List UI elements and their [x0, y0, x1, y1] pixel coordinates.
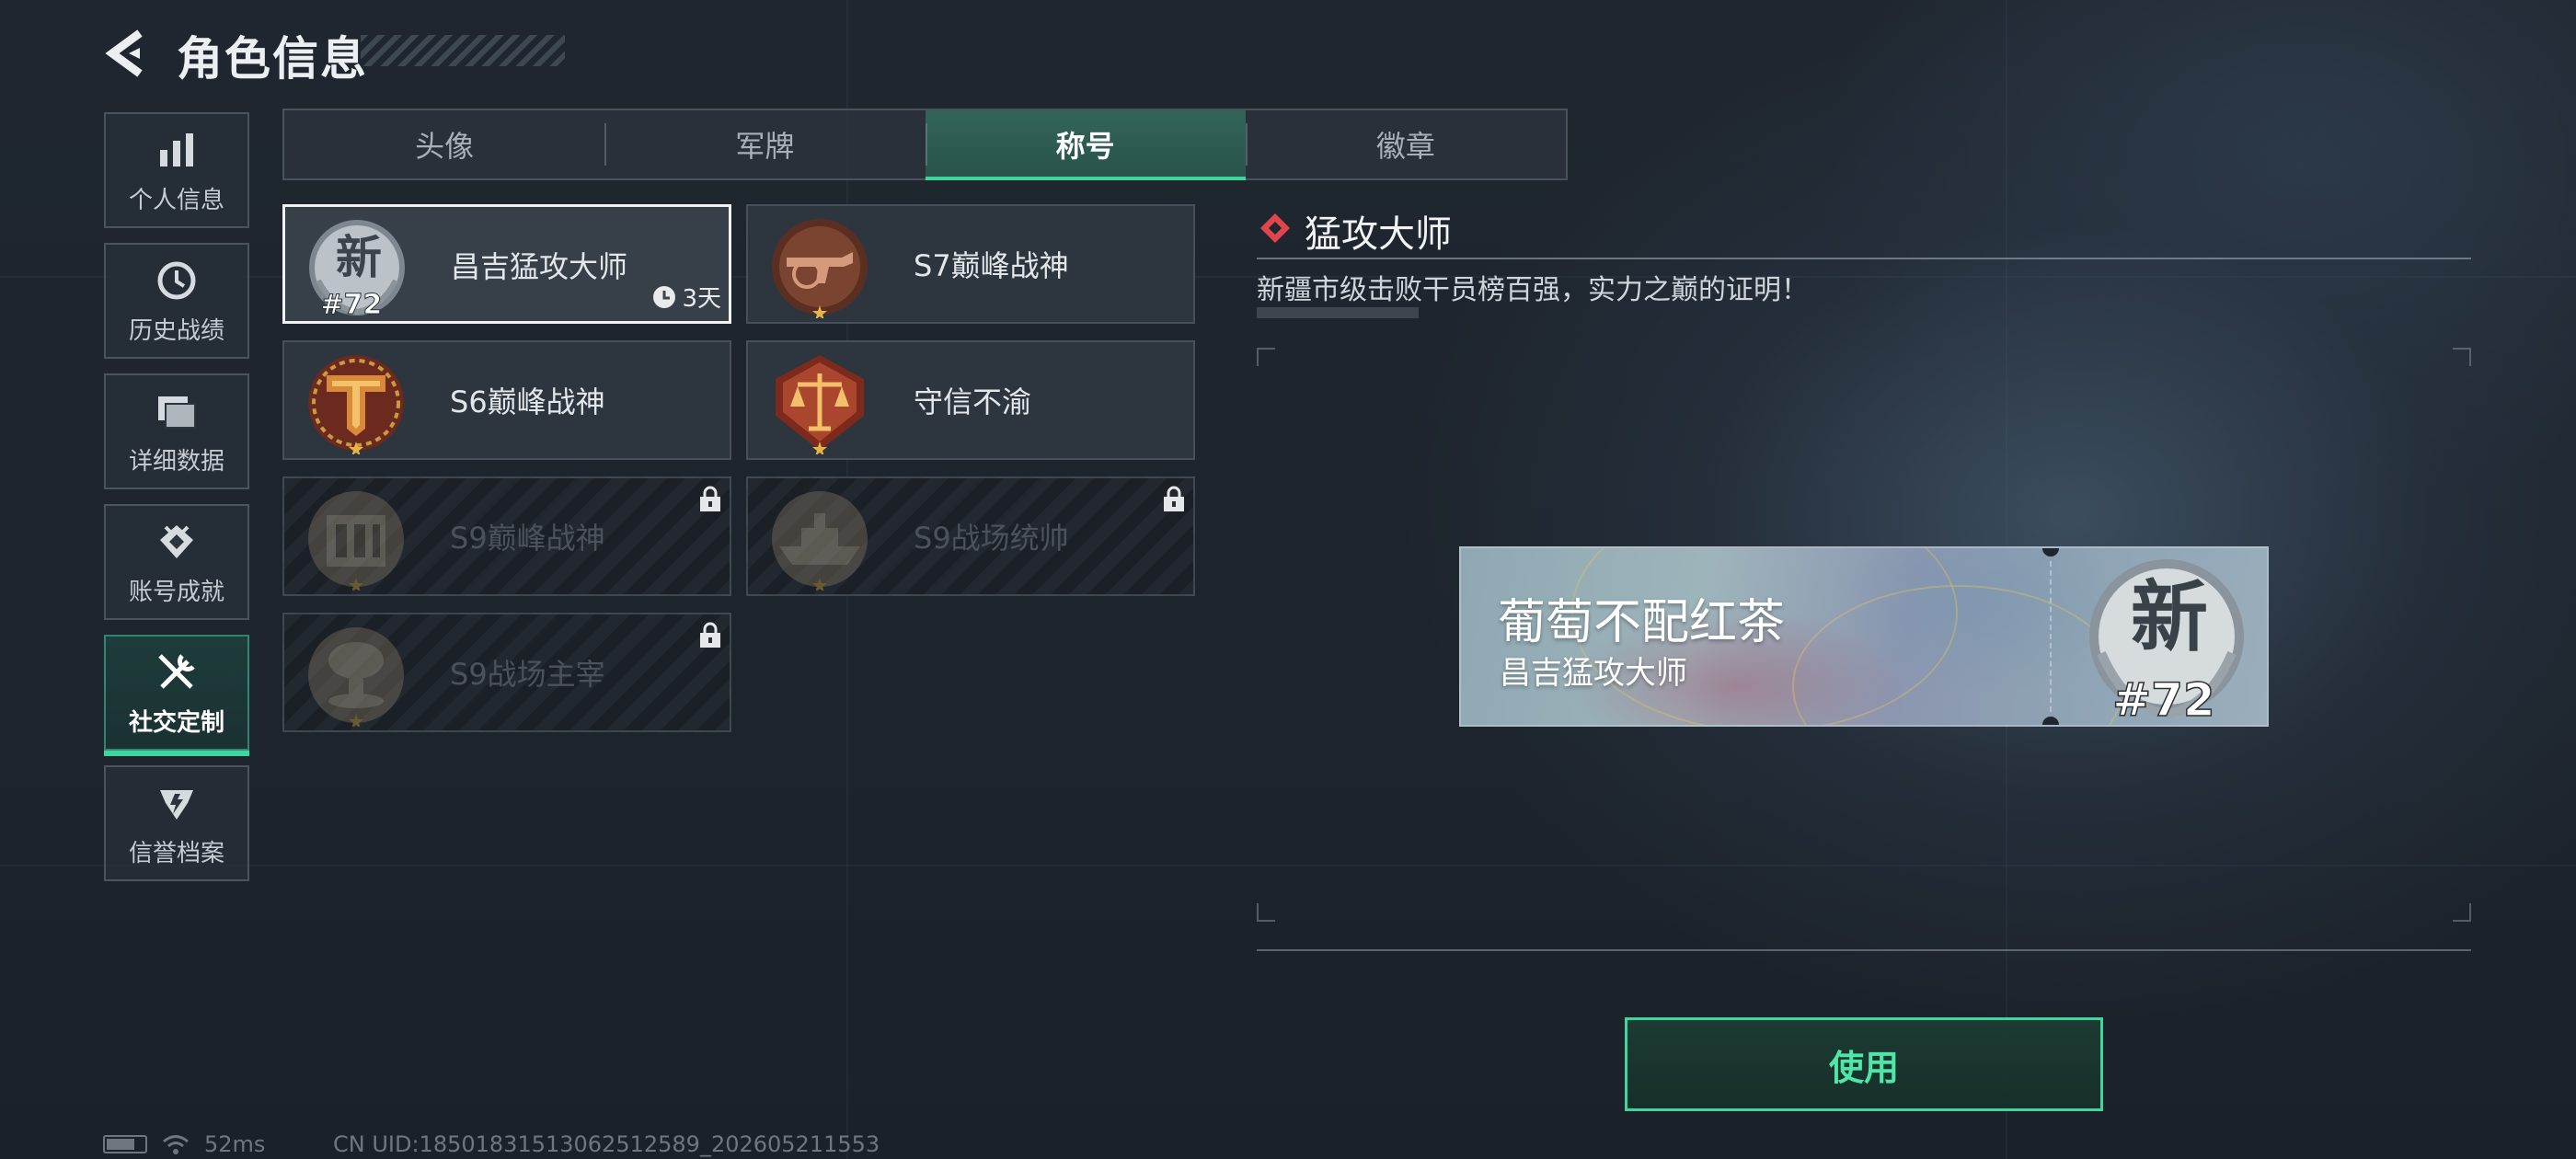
title-card[interactable]: S7巅峰战神: [746, 204, 1195, 324]
status-bar: 52ms: [103, 1131, 265, 1157]
detail-description: 新疆市级击败干员榜百强，实力之巅的证明！: [1257, 274, 1809, 306]
title-name: S7巅峰战神: [914, 248, 1069, 283]
ticket-notch: [2042, 548, 2059, 557]
sidebar-item-label: 个人信息: [128, 186, 224, 214]
preview-player-name: 葡萄不配红茶: [1498, 595, 1786, 650]
title-name: 守信不渝: [914, 384, 1032, 419]
diamond-icon: [1260, 213, 1290, 243]
svg-text:#72: #72: [321, 289, 383, 319]
frame-corner: [1257, 903, 1275, 922]
page-title: 角色信息: [177, 32, 368, 86]
detail-divider: [1257, 258, 2471, 259]
svg-text:新: 新: [336, 230, 382, 284]
detail-subtext-bar: [1257, 307, 1419, 318]
title-card-locked[interactable]: S9巅峰战神: [282, 476, 731, 596]
xin-rank-emblem: 新 #72: [2089, 559, 2244, 727]
sidebar-item-label: 历史战绩: [128, 316, 224, 345]
title-preview-banner: 葡萄不配红茶 昌吉猛攻大师 新 #72: [1459, 546, 2269, 727]
title-name: S9巅峰战神: [450, 521, 605, 556]
ship-emblem: [772, 491, 868, 591]
sidebar-item-social-customization[interactable]: 社交定制: [104, 635, 249, 756]
title-card-locked[interactable]: S9战场主宰: [282, 613, 731, 732]
title-decoration: [361, 35, 565, 66]
lock-icon: [700, 486, 720, 511]
lock-icon: [700, 622, 720, 648]
xin-rank-emblem: 新 #72: [309, 220, 405, 319]
bg-grid-line: [0, 865, 2576, 866]
sidebar-item-credit-record[interactable]: 信誉档案: [104, 765, 249, 881]
title-name: S6巅峰战神: [450, 384, 605, 419]
use-button[interactable]: 使用: [1625, 1017, 2103, 1111]
back-arrow-icon: [105, 29, 143, 77]
folder-icon: [153, 387, 201, 435]
rifle-emblem: [772, 219, 868, 318]
sidebar-item-label: 账号成就: [128, 578, 224, 606]
clock-icon: [153, 257, 201, 304]
category-tabs: 头像 军牌 称号 徽章: [282, 109, 1568, 180]
svg-text:新: 新: [2131, 571, 2208, 662]
tab-avatar[interactable]: 头像: [284, 110, 604, 178]
sidebar-item-label: 详细数据: [128, 447, 224, 476]
sidebar-item-personal-info[interactable]: 个人信息: [104, 112, 249, 228]
title-card[interactable]: 新 #72 昌吉猛攻大师 3天: [282, 204, 731, 324]
mushroom-cloud-emblem: [308, 627, 404, 727]
svg-text:#72: #72: [2112, 673, 2214, 727]
sidebar-item-detailed-data[interactable]: 详细数据: [104, 373, 249, 489]
sidebar-item-label: 社交定制: [128, 708, 224, 737]
tab-title[interactable]: 称号: [925, 110, 1247, 180]
credit-badge-icon: [153, 779, 201, 827]
sidebar-item-achievements[interactable]: 账号成就: [104, 504, 249, 620]
achievement-icon: [153, 518, 201, 566]
expiry-timer-text: 3天: [682, 285, 721, 313]
wifi-icon: [163, 1135, 189, 1154]
detail-title: 猛攻大师: [1305, 213, 1452, 256]
preview-title-name: 昌吉猛攻大师: [1500, 655, 1687, 692]
title-name: 昌吉猛攻大师: [451, 249, 628, 284]
title-card[interactable]: S6巅峰战神: [282, 340, 731, 460]
preview-divider: [1257, 949, 2471, 951]
frame-corner: [2453, 903, 2471, 922]
tower-emblem: [308, 491, 404, 591]
scales-emblem: [776, 355, 864, 454]
frame-corner: [1257, 348, 1275, 366]
title-card-locked[interactable]: S9战场统帅: [746, 476, 1195, 596]
ping-text: 52ms: [204, 1131, 266, 1157]
ticket-notch: [2042, 717, 2059, 725]
sidebar-item-label: 信誉档案: [128, 839, 224, 867]
tools-icon: [153, 648, 201, 696]
lock-icon: [1164, 486, 1184, 511]
title-card[interactable]: 守信不渝: [746, 340, 1195, 460]
tab-badge[interactable]: 徽章: [1245, 110, 1566, 178]
battery-icon: [103, 1135, 147, 1153]
t-shield-emblem: [308, 355, 404, 454]
title-name: S9战场主宰: [450, 657, 605, 692]
title-name: S9战场统帅: [914, 521, 1069, 556]
back-button[interactable]: [103, 28, 155, 79]
clock-icon: [653, 285, 676, 308]
uid-text: CN UID:18501831513062512589_202605211553: [333, 1131, 880, 1157]
expiry-timer: 3天: [652, 280, 721, 314]
bar-chart-icon: [153, 126, 201, 174]
tab-dog-tag[interactable]: 军牌: [604, 110, 925, 178]
frame-corner: [2453, 348, 2471, 366]
ticket-perforation: [2050, 561, 2052, 712]
sidebar-item-match-history[interactable]: 历史战绩: [104, 243, 249, 359]
